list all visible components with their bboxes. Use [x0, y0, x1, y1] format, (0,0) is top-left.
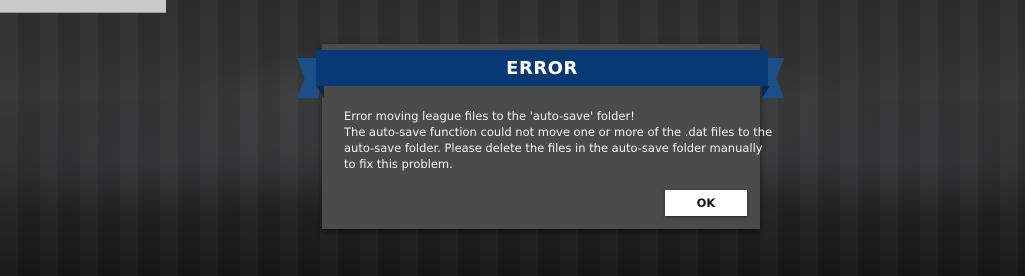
top-left-panel [0, 0, 166, 13]
dialog-title: ERROR [506, 57, 578, 79]
message-line: to fix this problem. [344, 157, 453, 171]
error-message: Error moving league files to the 'auto-s… [344, 108, 773, 172]
message-line: The auto-save function could not move on… [344, 125, 773, 139]
message-line: auto-save folder. Please delete the file… [344, 141, 763, 155]
dialog-title-banner: ERROR [316, 50, 768, 86]
ok-button[interactable]: OK [665, 190, 747, 216]
stadium-background: ERROR Error moving league files to the '… [0, 0, 1025, 276]
message-line: Error moving league files to the 'auto-s… [344, 109, 635, 123]
